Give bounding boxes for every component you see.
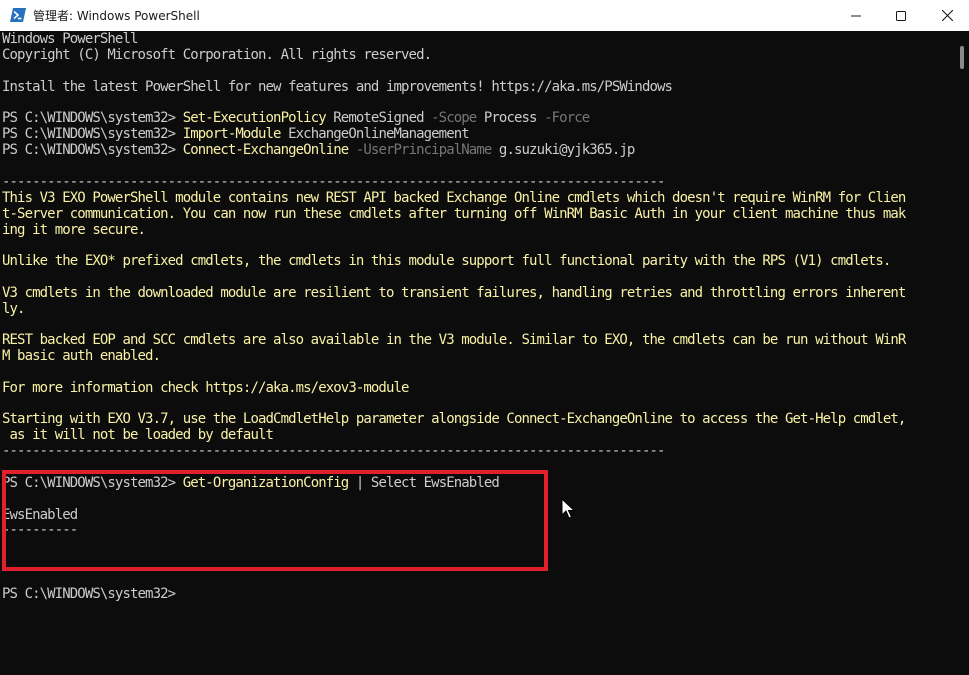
powershell-window: 管理者: Windows PowerShell Windows PowerShe… [0, 0, 969, 675]
command-line-1: PS C:\WINDOWS\system32> Set-ExecutionPol… [2, 110, 590, 126]
cmdlet-name: Import-Module [182, 126, 282, 142]
close-icon [941, 10, 953, 21]
console-output[interactable]: Windows PowerShell Copyright (C) Microso… [0, 31, 954, 675]
command-line-2: PS C:\WINDOWS\system32> Import-Module Ex… [2, 126, 470, 142]
powershell-icon [10, 8, 26, 22]
banner-line: Starting with EXO V3.7, use the LoadCmdl… [2, 411, 906, 427]
banner-line: For more information check https://aka.m… [2, 380, 409, 396]
close-button[interactable] [924, 0, 969, 31]
argument: Process [476, 110, 545, 126]
cmdlet-name: Set-ExecutionPolicy [182, 110, 327, 126]
prompt: PS C:\WINDOWS\system32> [2, 126, 183, 142]
prompt: PS C:\WINDOWS\system32> [2, 110, 183, 126]
highlight-annotation [2, 470, 548, 571]
maximize-icon [896, 10, 906, 21]
parameter: -Scope [431, 110, 477, 126]
argument: RemoteSigned [325, 110, 432, 126]
banner-line: REST backed EOP and SCC cmdlets are also… [2, 332, 906, 348]
banner-line: This V3 EXO PowerShell module contains n… [2, 190, 906, 206]
banner-line: V3 cmdlets in the downloaded module are … [2, 285, 906, 301]
minimize-button[interactable] [833, 0, 879, 31]
cmdlet-name: Connect-ExchangeOnline [182, 142, 350, 158]
banner-separator-top: ----------------------------------------… [2, 174, 665, 190]
banner-line: M basic auth enabled. [2, 348, 161, 364]
vertical-scrollbar[interactable] [954, 31, 969, 675]
command-line-3: PS C:\WINDOWS\system32> Connect-Exchange… [2, 142, 635, 158]
banner-line: Unlike the EXO* prefixed cmdlets, the cm… [2, 253, 891, 269]
banner-line: ly. [2, 301, 25, 317]
banner-line: t-Server communication. You can now run … [2, 206, 906, 222]
final-prompt[interactable]: PS C:\WINDOWS\system32> [2, 586, 176, 602]
window-title: 管理者: Windows PowerShell [33, 9, 200, 23]
scrollbar-thumb[interactable] [960, 46, 964, 69]
argument: g.suzuki@yjk365.jp [491, 142, 635, 158]
banner-separator-bottom: ----------------------------------------… [2, 443, 665, 459]
argument: ExchangeOnlineManagement [280, 126, 470, 142]
parameter: -UserPrincipalName [348, 142, 492, 158]
header-product: Windows PowerShell [2, 31, 138, 47]
banner-line: as it will not be loaded by default [2, 427, 274, 443]
maximize-button[interactable] [878, 0, 924, 31]
minimize-icon [851, 15, 861, 16]
mouse-pointer-icon [561, 498, 575, 519]
prompt: PS C:\WINDOWS\system32> [2, 142, 183, 158]
banner-line: ing it more secure. [2, 222, 146, 238]
header-install-tip: Install the latest PowerShell for new fe… [2, 79, 673, 95]
title-bar[interactable]: 管理者: Windows PowerShell [0, 0, 969, 31]
parameter: -Force [544, 110, 590, 126]
header-copyright: Copyright (C) Microsoft Corporation. All… [2, 47, 432, 63]
